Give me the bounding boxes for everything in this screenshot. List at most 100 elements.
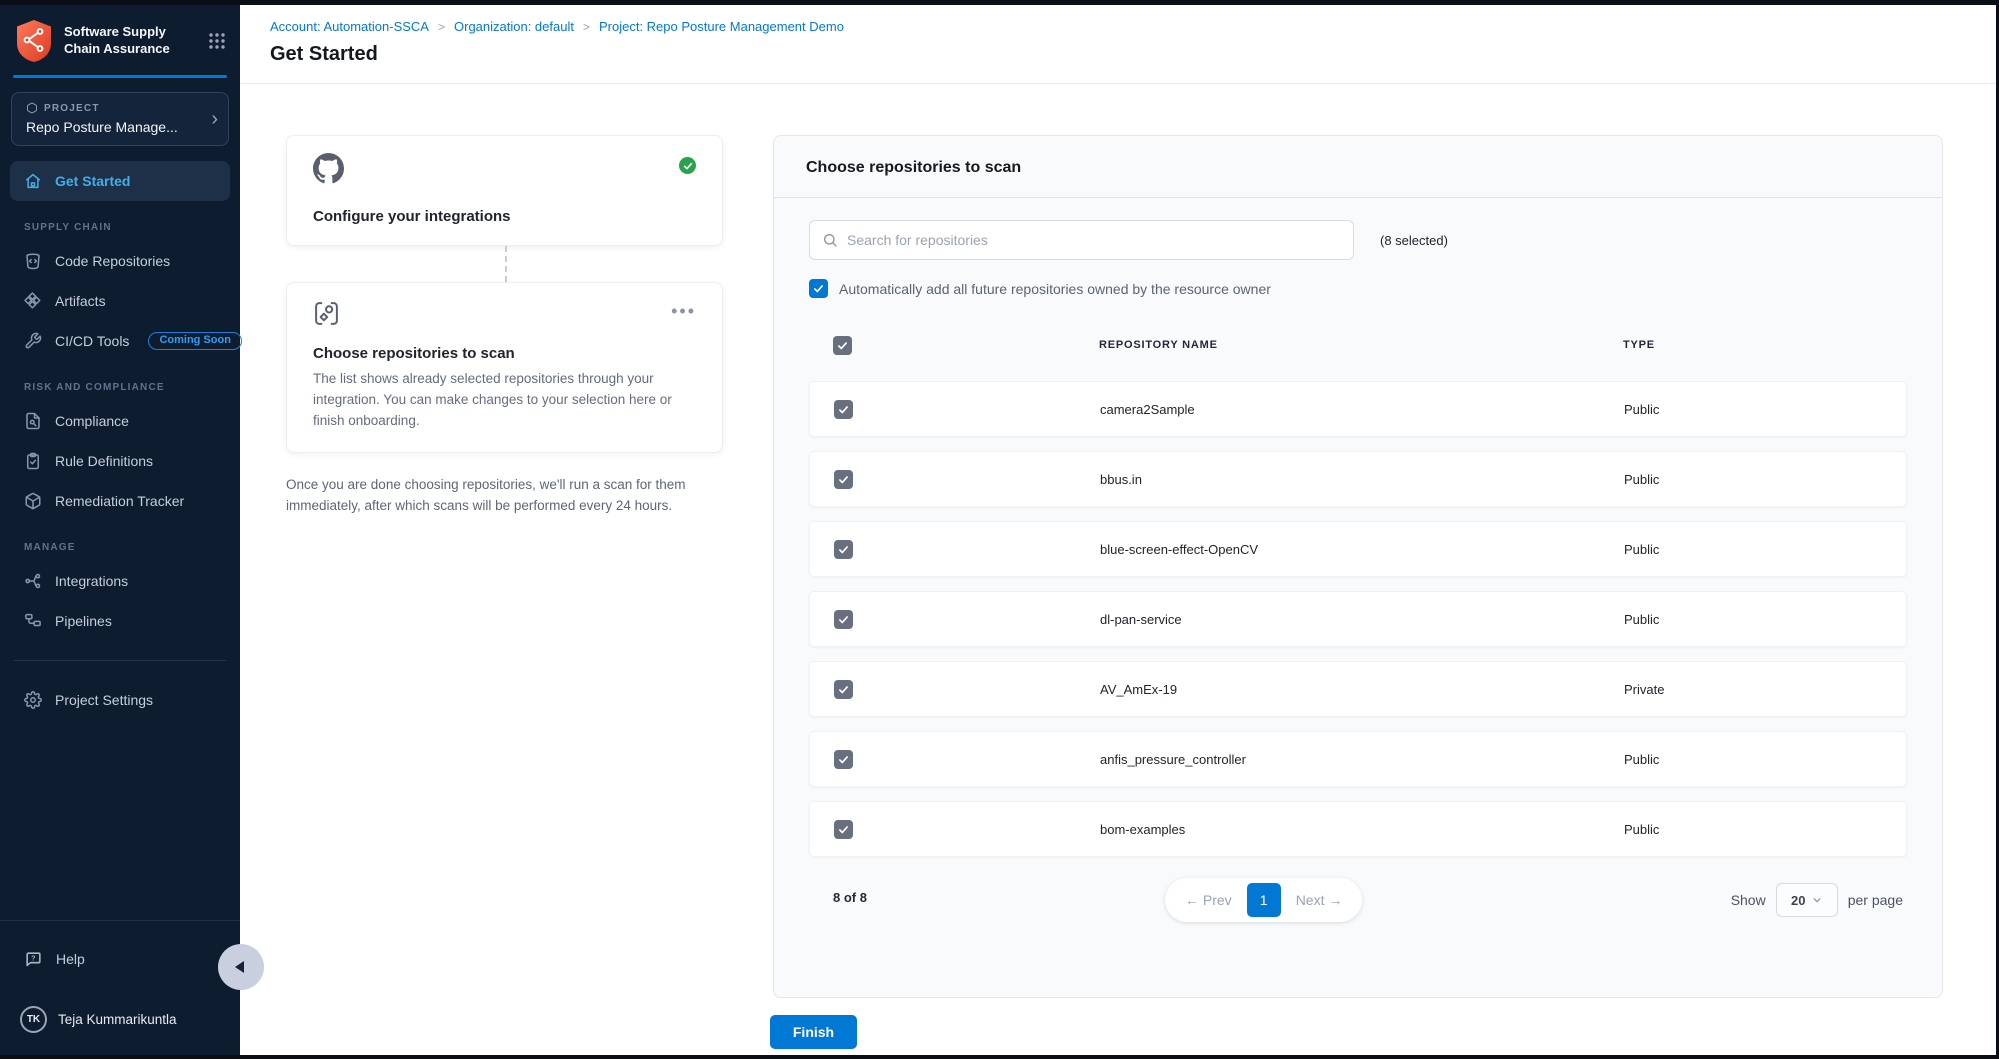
sidebar-item-cicd-tools[interactable]: CI/CD Tools Coming Soon <box>0 321 240 361</box>
project-selector[interactable]: PROJECT Repo Posture Manage... › <box>11 92 229 146</box>
help-button[interactable]: ? Help <box>0 939 240 979</box>
pagination: 8 of 8 ← Prev 1 Next → Show 20 per page <box>809 878 1907 922</box>
auto-add-checkbox[interactable] <box>809 279 828 298</box>
ssca-shield-logo-icon <box>14 19 54 63</box>
repository-type: Public <box>1624 612 1882 627</box>
table-row[interactable]: camera2Sample Public <box>809 381 1907 437</box>
step-card-choose-repositories[interactable]: ••• Choose repositories to scan The list… <box>286 282 723 453</box>
table-row[interactable]: AV_AmEx-19 Private <box>809 661 1907 717</box>
project-label: PROJECT <box>26 102 216 114</box>
row-checkbox[interactable] <box>834 470 853 489</box>
project-name: Repo Posture Manage... <box>26 119 216 135</box>
sidebar-item-get-started[interactable]: Get Started <box>10 161 230 201</box>
pager: ← Prev 1 Next → <box>1165 878 1362 922</box>
sidebar-item-label: Integrations <box>55 573 128 589</box>
auto-add-label: Automatically add all future repositorie… <box>839 281 1271 297</box>
page-1-button[interactable]: 1 <box>1247 883 1281 917</box>
finish-button[interactable]: Finish <box>770 1015 857 1049</box>
step-options-icon[interactable]: ••• <box>671 306 696 316</box>
row-checkbox[interactable] <box>834 750 853 769</box>
user-menu[interactable]: TK Teja Kummarikuntla <box>0 1001 240 1037</box>
sidebar-item-integrations[interactable]: Integrations <box>0 561 240 601</box>
repository-name: anfis_pressure_controller <box>1100 752 1624 767</box>
sidebar-item-compliance[interactable]: Compliance <box>0 401 240 441</box>
step-title: Choose repositories to scan <box>313 345 696 362</box>
table-row[interactable]: dl-pan-service Public <box>809 591 1907 647</box>
sidebar-item-project-settings[interactable]: Project Settings <box>0 680 240 720</box>
nav-section-risk-and-compliance: RISK AND COMPLIANCE <box>24 382 216 393</box>
repository-name: bom-examples <box>1100 822 1624 837</box>
sidebar-item-label: Code Repositories <box>55 253 170 269</box>
github-icon <box>313 153 344 184</box>
panel-title: Choose repositories to scan <box>806 159 1910 177</box>
chevron-right-icon: › <box>211 109 218 129</box>
prev-button[interactable]: ← Prev <box>1170 892 1247 908</box>
check-icon <box>838 614 849 625</box>
row-checkbox[interactable] <box>834 820 853 839</box>
row-checkbox[interactable] <box>834 400 853 419</box>
check-icon <box>838 474 849 485</box>
column-header-repository-name: REPOSITORY NAME <box>1099 339 1623 351</box>
auto-add-row[interactable]: Automatically add all future repositorie… <box>809 279 1907 298</box>
repositories-table: REPOSITORY NAME TYPE camera2Sample P <box>809 323 1907 857</box>
table-row[interactable]: anfis_pressure_controller Public <box>809 731 1907 787</box>
repository-type: Private <box>1624 682 1882 697</box>
repo-select-icon <box>313 300 340 327</box>
column-header-type: TYPE <box>1623 339 1883 351</box>
breadcrumb-account[interactable]: Account: Automation-SSCA <box>270 19 429 34</box>
sidebar-collapse-handle[interactable] <box>218 944 264 990</box>
coming-soon-badge: Coming Soon <box>148 332 242 350</box>
cube-icon <box>26 102 38 114</box>
check-icon <box>813 283 824 294</box>
table-row[interactable]: blue-screen-effect-OpenCV Public <box>809 521 1907 577</box>
app-grid-icon[interactable] <box>208 32 226 50</box>
row-checkbox[interactable] <box>834 540 853 559</box>
search-input[interactable] <box>847 232 1341 248</box>
row-checkbox[interactable] <box>834 680 853 699</box>
sidebar-item-code-repositories[interactable]: Code Repositories <box>0 241 240 281</box>
integrations-icon <box>24 572 42 590</box>
sidebar-item-label: Pipelines <box>55 613 112 629</box>
breadcrumb: Account: Automation-SSCA > Organization:… <box>270 19 1996 34</box>
per-page-label: per page <box>1848 892 1903 908</box>
wrench-icon <box>24 332 42 350</box>
brand-accent-bar <box>13 75 227 78</box>
step-card-configure-integrations[interactable]: Configure your integrations <box>286 135 723 246</box>
table-row[interactable]: bbus.in Public <box>809 451 1907 507</box>
next-button[interactable]: Next → <box>1281 892 1358 908</box>
step-description: The list shows already selected reposito… <box>313 369 696 432</box>
step-title: Configure your integrations <box>313 208 696 225</box>
page-header: Account: Automation-SSCA > Organization:… <box>240 5 1996 84</box>
panel-body: (8 selected) Automatically add all futur… <box>774 198 1942 922</box>
sidebar-item-rule-definitions[interactable]: Rule Definitions <box>0 441 240 481</box>
search-box <box>809 220 1354 260</box>
repository-name: dl-pan-service <box>1100 612 1624 627</box>
check-icon <box>838 824 849 835</box>
show-label: Show <box>1731 892 1766 908</box>
sidebar-item-artifacts[interactable]: Artifacts <box>0 281 240 321</box>
breadcrumb-organization[interactable]: Organization: default <box>454 19 574 34</box>
page-size-select[interactable]: 20 <box>1776 883 1838 917</box>
sidebar-item-pipelines[interactable]: Pipelines <box>0 601 240 641</box>
check-icon <box>838 404 849 415</box>
breadcrumb-project[interactable]: Project: Repo Posture Management Demo <box>599 19 844 34</box>
svg-text:?: ? <box>31 954 35 962</box>
nav-section-supply-chain: SUPPLY CHAIN <box>24 222 216 233</box>
repository-type: Public <box>1624 542 1882 557</box>
row-checkbox[interactable] <box>834 610 853 629</box>
sidebar-item-label: Compliance <box>55 413 129 429</box>
select-all-checkbox[interactable] <box>833 336 852 355</box>
check-icon <box>837 340 848 351</box>
sidebar-item-remediation-tracker[interactable]: Remediation Tracker <box>0 481 240 521</box>
repository-name: bbus.in <box>1100 472 1624 487</box>
help-chat-icon: ? <box>24 950 43 969</box>
table-row[interactable]: bom-examples Public <box>809 801 1907 857</box>
step-connector <box>505 246 507 282</box>
page-size-control: Show 20 per page <box>1731 883 1903 917</box>
repository-name: AV_AmEx-19 <box>1100 682 1624 697</box>
page-size-value: 20 <box>1791 893 1805 908</box>
search-icon <box>822 232 838 248</box>
breadcrumb-separator: > <box>583 20 590 34</box>
sidebar-item-label: Rule Definitions <box>55 453 153 469</box>
brand: Software Supply Chain Assurance <box>0 5 240 63</box>
